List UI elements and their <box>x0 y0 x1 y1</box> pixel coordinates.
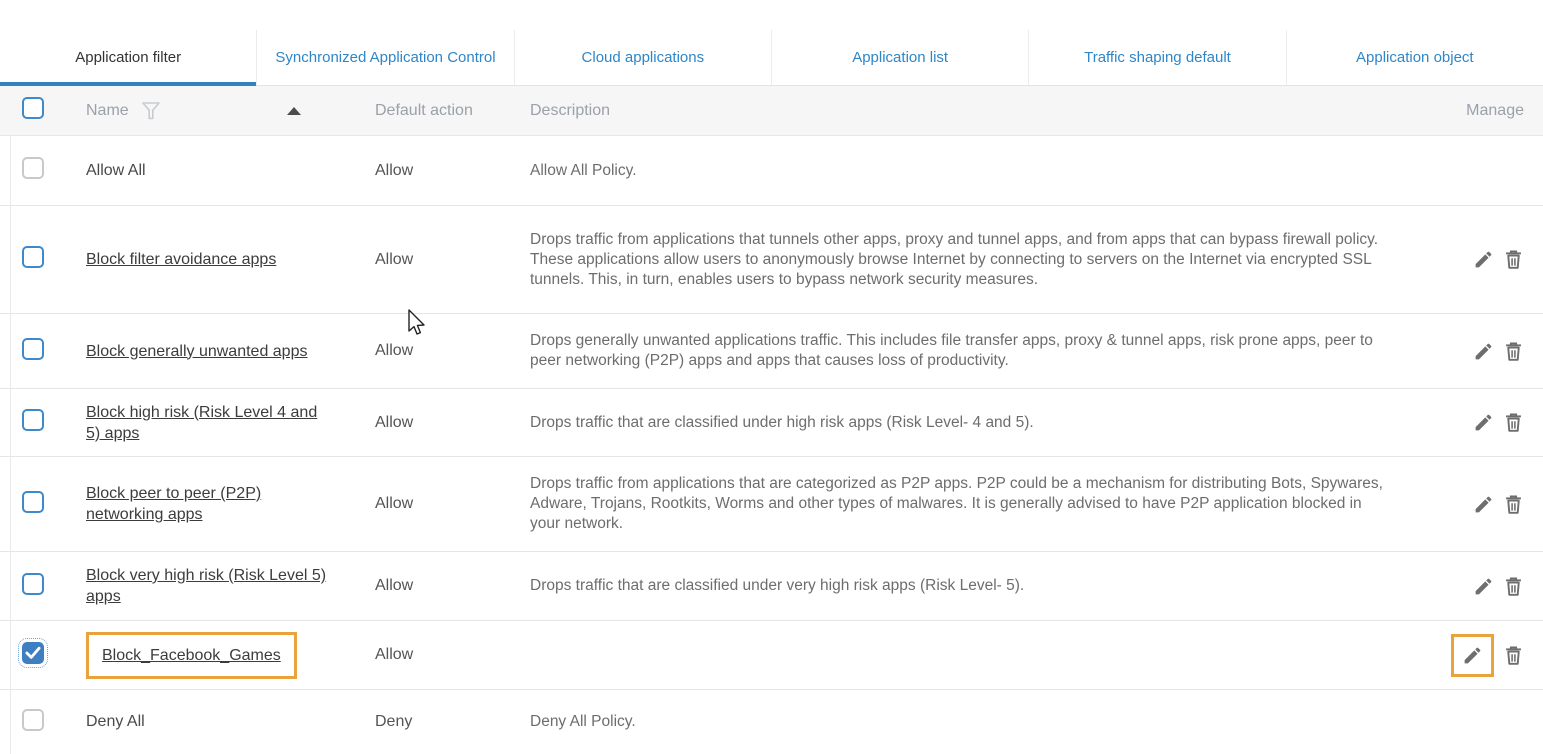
sort-ascending-icon[interactable] <box>287 107 301 115</box>
default-action: Allow <box>375 414 530 432</box>
policy-description: Drops traffic that are classified under … <box>530 413 1417 433</box>
policy-description: Deny All Policy. <box>530 712 1417 732</box>
edit-icon <box>1473 494 1494 515</box>
delete-button[interactable] <box>1503 576 1524 597</box>
policy-name-link[interactable]: Block generally unwanted apps <box>86 341 307 362</box>
check-icon <box>25 646 41 660</box>
delete-icon <box>1503 341 1524 362</box>
edit-icon <box>1473 249 1494 270</box>
edit-button[interactable] <box>1473 412 1494 433</box>
delete-button[interactable] <box>1503 645 1524 666</box>
edit-button[interactable] <box>1462 645 1483 666</box>
default-action: Deny <box>375 713 530 731</box>
tab-label: Synchronized Application Control <box>275 48 495 67</box>
row-checkbox[interactable] <box>22 246 44 268</box>
tab-application-filter[interactable]: Application filter <box>0 30 256 85</box>
policy-name: Deny All <box>86 713 145 731</box>
default-action: Allow <box>375 495 530 513</box>
delete-button[interactable] <box>1503 412 1524 433</box>
tab-label: Application filter <box>75 48 181 67</box>
table-row-selected: Block_Facebook_Games Allow <box>0 620 1543 689</box>
tab-bar: Application filter Synchronized Applicat… <box>0 30 1543 86</box>
select-all-checkbox[interactable] <box>22 97 44 119</box>
delete-button[interactable] <box>1503 249 1524 270</box>
table-row: Block generally unwanted apps Allow Drop… <box>0 313 1543 388</box>
tab-application-object[interactable]: Application object <box>1286 30 1543 85</box>
tab-label: Traffic shaping default <box>1084 48 1231 67</box>
policy-description: Drops traffic from applications that tun… <box>530 230 1417 290</box>
policy-name-link[interactable]: Block peer to peer (P2P) networking apps <box>86 483 335 525</box>
delete-icon <box>1503 494 1524 515</box>
delete-icon <box>1503 249 1524 270</box>
default-action: Allow <box>375 162 530 180</box>
tab-cloud-applications[interactable]: Cloud applications <box>514 30 771 85</box>
delete-button[interactable] <box>1503 341 1524 362</box>
row-checkbox[interactable] <box>22 573 44 595</box>
row-checkbox[interactable] <box>22 338 44 360</box>
row-checkbox[interactable] <box>22 157 44 179</box>
edit-button[interactable] <box>1473 576 1494 597</box>
filter-icon[interactable] <box>141 100 161 121</box>
column-header-default-action: Default action <box>375 102 530 120</box>
policy-name-link[interactable]: Block very high risk (Risk Level 5) apps <box>86 565 335 607</box>
policy-name: Allow All <box>86 162 146 180</box>
default-action: Allow <box>375 577 530 595</box>
tab-label: Application list <box>852 48 948 67</box>
table-row: Deny All Deny Deny All Policy. <box>0 689 1543 754</box>
policy-name-link[interactable]: Block filter avoidance apps <box>86 249 276 270</box>
policy-description: Drops traffic that are classified under … <box>530 576 1417 596</box>
delete-icon <box>1503 645 1524 666</box>
tab-traffic-shaping-default[interactable]: Traffic shaping default <box>1028 30 1285 85</box>
tab-label: Cloud applications <box>582 48 705 67</box>
edit-icon <box>1473 576 1494 597</box>
edit-icon <box>1473 412 1494 433</box>
row-checkbox-checked[interactable] <box>22 642 44 664</box>
table-row: Block peer to peer (P2P) networking apps… <box>0 456 1543 551</box>
default-action: Allow <box>375 646 530 664</box>
row-checkbox[interactable] <box>22 709 44 731</box>
top-spacer <box>0 0 1543 30</box>
highlight-box-edit <box>1451 634 1494 677</box>
tab-application-list[interactable]: Application list <box>771 30 1028 85</box>
policy-description: Drops generally unwanted applications tr… <box>530 331 1417 371</box>
edit-button[interactable] <box>1473 341 1494 362</box>
policy-name-link[interactable]: Block high risk (Risk Level 4 and 5) app… <box>86 402 335 444</box>
policy-name-link[interactable]: Block_Facebook_Games <box>102 647 281 664</box>
column-header-name: Name <box>86 102 129 120</box>
table-header: Name Default action Description Manage <box>0 86 1543 135</box>
table-row: Block filter avoidance apps Allow Drops … <box>0 205 1543 313</box>
column-header-manage: Manage <box>1417 102 1543 120</box>
column-header-description: Description <box>530 102 1417 120</box>
row-checkbox[interactable] <box>22 491 44 513</box>
policy-description: Allow All Policy. <box>530 161 1417 181</box>
tab-synchronized-application-control[interactable]: Synchronized Application Control <box>256 30 513 85</box>
highlight-box-name: Block_Facebook_Games <box>86 632 297 679</box>
table-row: Allow All Allow Allow All Policy. <box>0 135 1543 205</box>
policy-description: Drops traffic from applications that are… <box>530 474 1417 534</box>
default-action: Allow <box>375 342 530 360</box>
edit-icon <box>1462 645 1483 666</box>
tab-label: Application object <box>1356 48 1474 67</box>
edit-button[interactable] <box>1473 494 1494 515</box>
default-action: Allow <box>375 251 530 269</box>
edit-icon <box>1473 341 1494 362</box>
row-checkbox[interactable] <box>22 409 44 431</box>
delete-button[interactable] <box>1503 494 1524 515</box>
delete-icon <box>1503 576 1524 597</box>
table-row: Block high risk (Risk Level 4 and 5) app… <box>0 388 1543 456</box>
delete-icon <box>1503 412 1524 433</box>
table-row: Block very high risk (Risk Level 5) apps… <box>0 551 1543 620</box>
edit-button[interactable] <box>1473 249 1494 270</box>
